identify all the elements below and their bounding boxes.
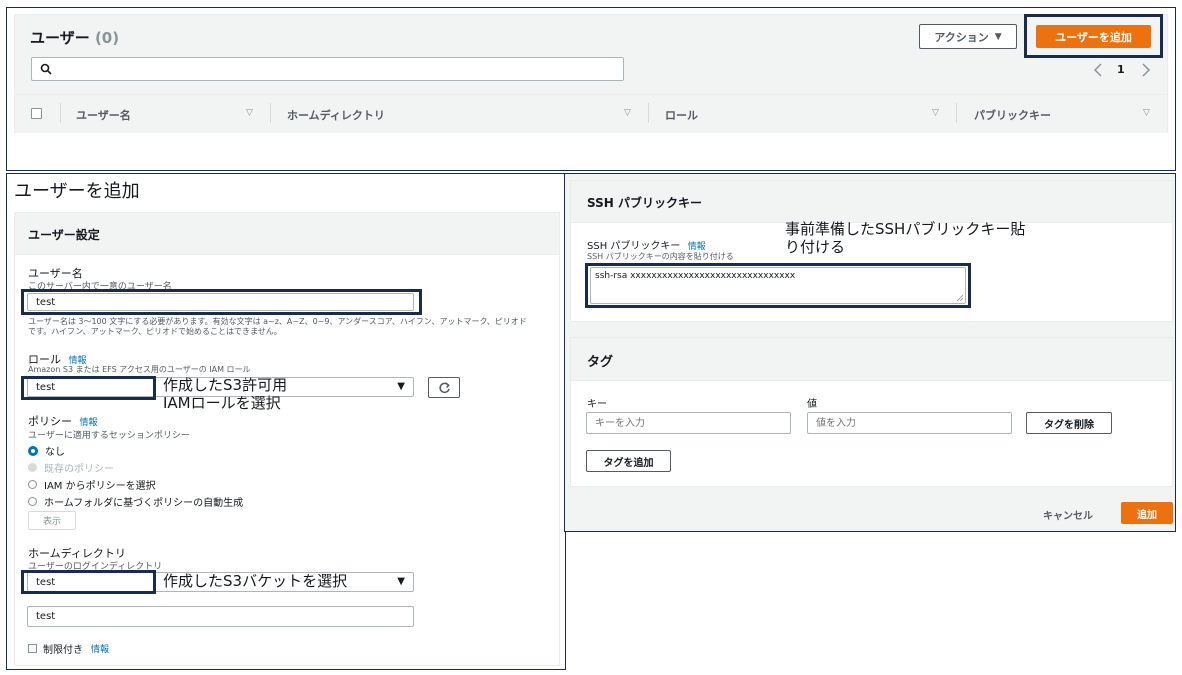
policy-option-label: なし <box>45 447 65 458</box>
ssh-key-title: SSH パブリックキー <box>587 196 702 210</box>
users-table-body <box>14 133 1168 166</box>
role-annotation-line-1: 作成したS3許可用 <box>163 376 288 394</box>
ssh-key-field-label: SSH パブリックキー 情報 <box>587 237 706 252</box>
column-divider <box>270 103 271 123</box>
ssh-annotation-line-2: り付ける <box>785 238 846 256</box>
tags-header <box>571 338 1172 381</box>
caret-down-icon: ▼ <box>397 576 405 587</box>
username-hint-line-2: です。ハイフン、アットマーク、ピリオドで始めることはできません。 <box>28 327 282 336</box>
remove-tag-button[interactable]: タグを削除 <box>1026 412 1112 434</box>
policy-label-text: ポリシー <box>28 415 72 428</box>
actions-label: アクション <box>934 30 989 44</box>
add-user-button[interactable]: ユーザーを追加 <box>1036 25 1151 48</box>
actions-dropdown[interactable]: アクション ▼ <box>919 24 1017 49</box>
users-count: (0) <box>94 29 120 47</box>
policy-option-existing: 既存のポリシー <box>28 460 114 475</box>
submit-button[interactable]: 追加 <box>1121 502 1173 524</box>
search-input[interactable] <box>31 57 624 81</box>
refresh-button[interactable] <box>428 377 460 398</box>
column-header-public-key[interactable]: パブリックキー <box>974 107 1051 123</box>
users-table-divider <box>14 94 1168 95</box>
ssh-key-description: SSH パブリックキーの内容を貼り付ける <box>587 252 734 261</box>
restricted-checkbox-row[interactable]: 制限付き 情報 <box>28 641 109 656</box>
role-highlight <box>21 376 156 400</box>
show-button[interactable]: 表示 <box>28 511 76 530</box>
chevron-right-icon[interactable] <box>1141 63 1151 77</box>
search-icon <box>40 63 52 75</box>
cancel-button[interactable]: キャンセル <box>1043 507 1093 522</box>
column-divider <box>60 103 61 123</box>
chevron-left-icon[interactable] <box>1093 63 1103 77</box>
bucket-annotation: 作成したS3バケットを選択 <box>163 572 348 590</box>
column-header-home-directory[interactable]: ホームディレクトリ <box>287 107 385 123</box>
resize-handle-icon[interactable] <box>956 294 963 301</box>
ssh-key-textarea[interactable]: ssh-rsa xxxxxxxxxxxxxxxxxxxxxxxxxxxxxxx <box>590 267 966 304</box>
restricted-label: 制限付き <box>43 645 83 656</box>
column-divider <box>648 103 649 123</box>
username-input[interactable]: test <box>27 293 414 311</box>
ssh-key-value: ssh-rsa xxxxxxxxxxxxxxxxxxxxxxxxxxxxxxx <box>595 271 796 281</box>
role-annotation-line-2: IAMロールを選択 <box>163 394 281 412</box>
page-number[interactable]: 1 <box>1117 63 1125 76</box>
add-tag-button[interactable]: タグを追加 <box>586 450 671 472</box>
refresh-icon <box>439 382 450 394</box>
radio-icon <box>28 480 37 489</box>
column-header-role[interactable]: ロール <box>665 107 698 123</box>
policy-description: ユーザーに適用するセッションポリシー <box>28 431 190 441</box>
policy-option-label: 既存のポリシー <box>44 464 114 475</box>
column-divider <box>956 103 957 123</box>
add-user-page-title: ユーザーを追加 <box>14 181 140 202</box>
column-header-username[interactable]: ユーザー名 <box>76 107 131 123</box>
select-all-checkbox[interactable] <box>31 108 42 119</box>
caret-down-icon: ▼ <box>994 31 1002 42</box>
caret-down-icon: ▼ <box>397 381 405 392</box>
sort-icon[interactable]: ▽ <box>246 108 253 118</box>
policy-option-iam[interactable]: IAM からポリシーを選択 <box>28 477 156 492</box>
home-path-input[interactable]: test <box>27 606 414 627</box>
sort-icon[interactable]: ▽ <box>932 108 939 118</box>
tag-key-label: キー <box>587 399 607 410</box>
tag-value-input[interactable] <box>807 412 1012 434</box>
policy-info-link[interactable]: 情報 <box>80 418 98 428</box>
role-description: Amazon S3 または EFS アクセス用のユーザーの IAM ロール <box>28 365 251 374</box>
users-title: ユーザー (0) <box>30 29 120 47</box>
policy-label: ポリシー 情報 <box>28 413 98 429</box>
ssh-annotation-line-1: 事前準備したSSHパブリックキー貼 <box>785 220 1026 238</box>
policy-option-none[interactable]: なし <box>28 443 65 458</box>
tag-key-input[interactable] <box>586 412 791 434</box>
policy-option-label: ホームフォルダに基づくポリシーの自動生成 <box>44 498 244 509</box>
home-bucket-highlight <box>21 570 156 594</box>
sort-icon[interactable]: ▽ <box>1143 108 1150 118</box>
radio-selected-icon <box>28 445 38 456</box>
add-user-label: ユーザーを追加 <box>1055 30 1132 44</box>
policy-option-auto-generate[interactable]: ホームフォルダに基づくポリシーの自動生成 <box>28 494 243 509</box>
tag-value-label: 値 <box>807 399 817 410</box>
policy-option-label: IAM からポリシーを選択 <box>44 481 156 492</box>
radio-icon <box>28 497 37 506</box>
tags-title: タグ <box>587 355 614 370</box>
user-settings-title: ユーザー設定 <box>28 228 100 242</box>
radio-disabled-icon <box>28 463 37 472</box>
checkbox-icon <box>28 644 37 653</box>
sort-icon[interactable]: ▽ <box>624 108 631 118</box>
restricted-info-link[interactable]: 情報 <box>91 642 109 655</box>
